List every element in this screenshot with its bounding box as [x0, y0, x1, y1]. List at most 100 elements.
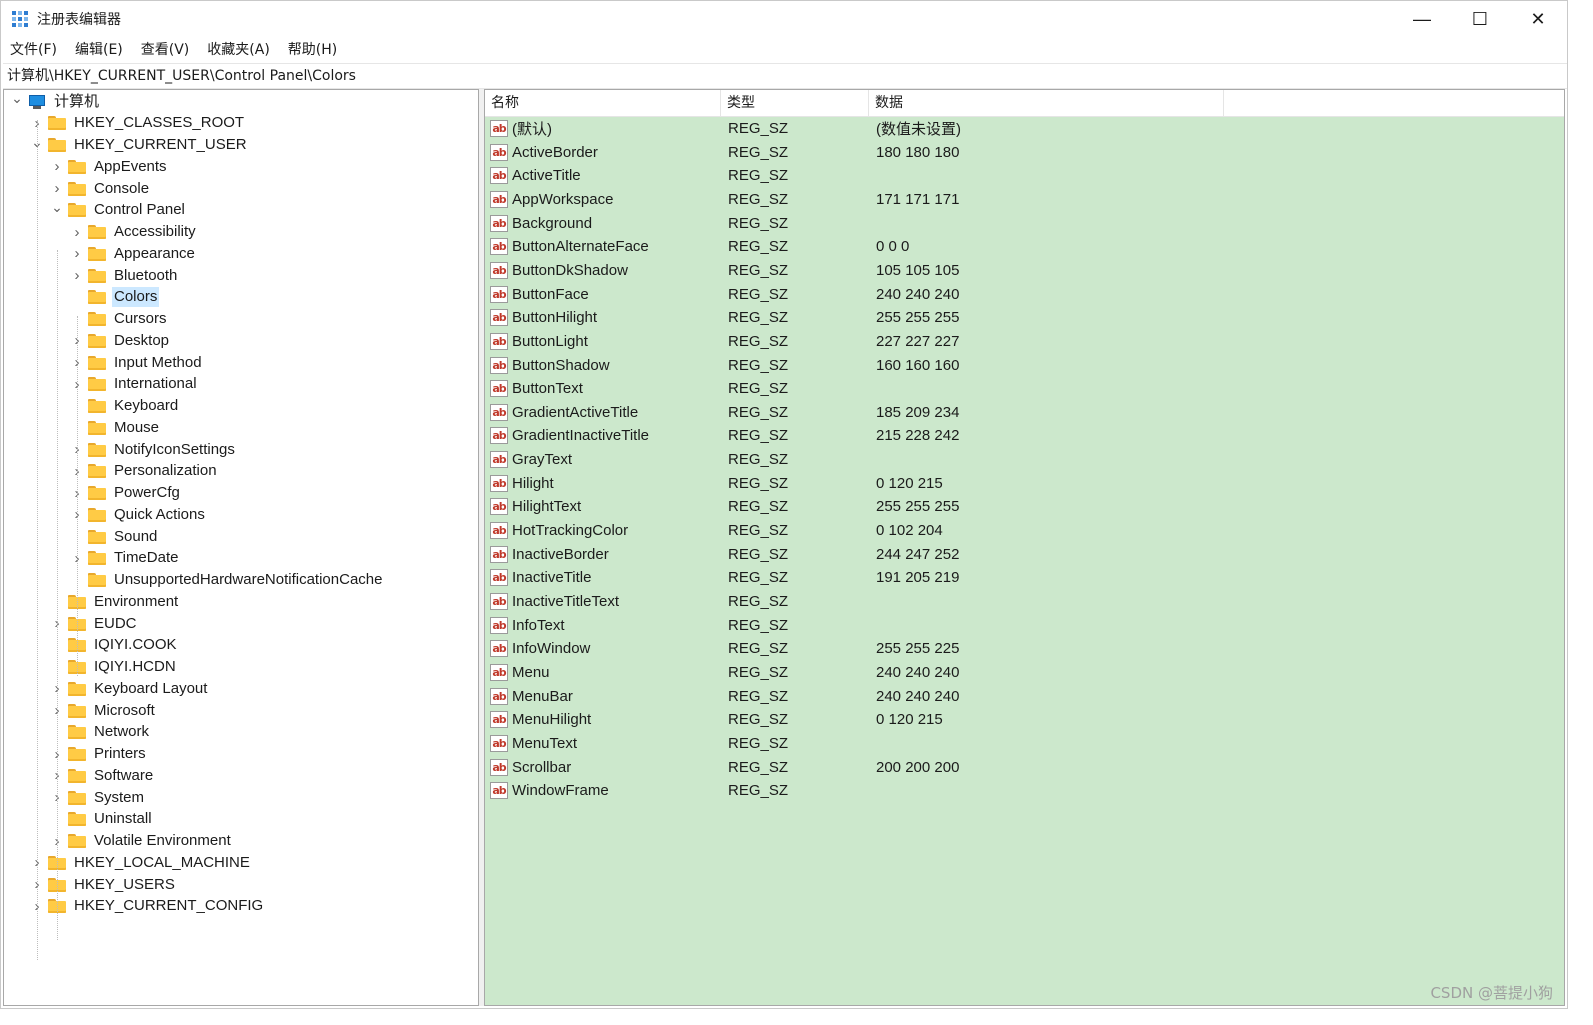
tree-item[interactable]: › HKEY_USERS: [30, 874, 177, 895]
tree-item[interactable]: Cursors: [70, 309, 169, 330]
folder-icon: [88, 225, 106, 239]
menu-favorites[interactable]: 收藏夹(A): [198, 38, 279, 62]
value-row[interactable]: ab (默认) REG_SZ (数值未设置): [485, 117, 1229, 140]
tree-item[interactable]: › Microsoft: [50, 700, 157, 721]
value-row[interactable]: ab Hilight REG_SZ 0 120 215: [485, 472, 1229, 495]
values-list-pane[interactable]: 名称 类型 数据 ab (默认) REG_SZ (数值未设置) ab ActiveBord…: [484, 89, 1565, 1006]
tree-item[interactable]: › Keyboard Layout: [50, 678, 209, 699]
tree-item[interactable]: › Volatile Environment: [50, 831, 233, 852]
tree-item[interactable]: › AppEvents: [50, 156, 169, 177]
title-bar[interactable]: 注册表编辑器 — ☐ ✕: [1, 1, 1567, 37]
address-bar[interactable]: 计算机\HKEY_CURRENT_USER\Control Panel\Colo…: [3, 63, 1567, 89]
value-row[interactable]: ab GradientInactiveTitle REG_SZ 215 228 242: [485, 424, 1229, 447]
tree-item[interactable]: › NotifyIconSettings: [70, 439, 237, 460]
value-row[interactable]: ab InfoText REG_SZ: [485, 614, 1229, 637]
value-row[interactable]: ab MenuHilight REG_SZ 0 120 215: [485, 708, 1229, 731]
minimize-button[interactable]: —: [1393, 1, 1451, 37]
tree-item[interactable]: › TimeDate: [70, 548, 180, 569]
chevron-right-icon[interactable]: ›: [50, 180, 64, 197]
value-row[interactable]: ab HotTrackingColor REG_SZ 0 102 204: [485, 519, 1229, 542]
value-row[interactable]: ab Background REG_SZ: [485, 212, 1229, 235]
value-row[interactable]: ab ButtonHilight REG_SZ 255 255 255: [485, 306, 1229, 329]
tree-item[interactable]: Mouse: [70, 417, 161, 438]
value-row[interactable]: ab Menu REG_SZ 240 240 240: [485, 661, 1229, 684]
chevron-down-icon[interactable]: ⌄: [10, 90, 24, 106]
value-row[interactable]: ab WindowFrame REG_SZ: [485, 779, 1229, 802]
value-row[interactable]: ab InactiveTitle REG_SZ 191 205 219: [485, 566, 1229, 589]
value-row[interactable]: ab ButtonShadow REG_SZ 160 160 160: [485, 354, 1229, 377]
key-tree-pane[interactable]: ⌄ 计算机 › HKEY_CLASSES_ROOT ⌄ HKEY_CURRENT_USER…: [3, 89, 479, 1006]
menu-view[interactable]: 查看(V): [132, 38, 199, 62]
value-row[interactable]: ab InactiveTitleText REG_SZ: [485, 590, 1229, 613]
chevron-down-icon[interactable]: ⌄: [50, 199, 64, 215]
tree-item[interactable]: ⌄ HKEY_CURRENT_USER: [30, 134, 249, 156]
value-row[interactable]: ab GradientActiveTitle REG_SZ 185 209 234: [485, 401, 1229, 424]
tree-item[interactable]: ⌄ Control Panel: [50, 199, 187, 221]
tree-item[interactable]: › International: [70, 374, 199, 395]
tree-item[interactable]: › Console: [50, 178, 151, 199]
tree-item[interactable]: › EUDC: [50, 613, 139, 634]
tree-item[interactable]: Uninstall: [50, 809, 154, 830]
value-row[interactable]: ab ActiveTitle REG_SZ: [485, 164, 1229, 187]
value-row[interactable]: ab InfoWindow REG_SZ 255 255 225: [485, 637, 1229, 660]
value-name: GrayText: [512, 451, 573, 469]
tree-item-label: Personalization: [114, 462, 217, 480]
folder-icon: [68, 725, 86, 740]
tree-item[interactable]: › HKEY_CLASSES_ROOT: [30, 113, 246, 134]
folder-icon: [68, 790, 86, 805]
tree-item[interactable]: › Software: [50, 765, 155, 786]
value-row[interactable]: ab MenuBar REG_SZ 240 240 240: [485, 685, 1229, 708]
value-type: REG_SZ: [728, 190, 789, 208]
value-row[interactable]: ab Scrollbar REG_SZ 200 200 200: [485, 756, 1229, 779]
value-row[interactable]: ab InactiveBorder REG_SZ 244 247 252: [485, 543, 1229, 566]
chevron-right-icon[interactable]: ›: [70, 224, 84, 241]
tree-item[interactable]: › Accessibility: [70, 222, 198, 243]
value-row[interactable]: ab ButtonLight REG_SZ 227 227 227: [485, 330, 1229, 353]
chevron-right-icon[interactable]: ›: [70, 267, 84, 284]
tree-item[interactable]: › System: [50, 787, 146, 808]
tree-item[interactable]: › Quick Actions: [70, 504, 207, 525]
menu-help[interactable]: 帮助(H): [279, 38, 346, 62]
column-header-data[interactable]: 数据: [869, 90, 1224, 116]
tree-item[interactable]: Keyboard: [70, 396, 180, 417]
tree-item[interactable]: › Bluetooth: [70, 265, 179, 286]
value-row[interactable]: ab AppWorkspace REG_SZ 171 171 171: [485, 188, 1229, 211]
value-row[interactable]: ab ButtonFace REG_SZ 240 240 240: [485, 283, 1229, 306]
value-row[interactable]: ab MenuText REG_SZ: [485, 732, 1229, 755]
chevron-right-icon[interactable]: ›: [50, 158, 64, 175]
tree-item[interactable]: UnsupportedHardwareNotificationCache: [70, 570, 384, 591]
tree-item[interactable]: › Printers: [50, 744, 148, 765]
menu-file[interactable]: 文件(F): [1, 38, 66, 62]
tree-item[interactable]: › HKEY_LOCAL_MACHINE: [30, 852, 252, 873]
string-value-icon: ab: [490, 214, 508, 232]
column-header-name[interactable]: 名称: [485, 90, 721, 116]
value-row[interactable]: ab GrayText REG_SZ: [485, 448, 1229, 471]
column-header-type[interactable]: 类型: [721, 90, 869, 116]
tree-item[interactable]: › Appearance: [70, 243, 197, 264]
value-data: 171 171 171: [876, 190, 960, 208]
menu-edit[interactable]: 编辑(E): [66, 38, 132, 62]
tree-item[interactable]: Environment: [50, 591, 180, 612]
tree-item[interactable]: Colors: [70, 287, 160, 308]
value-row[interactable]: ab ButtonAlternateFace REG_SZ 0 0 0: [485, 235, 1229, 258]
maximize-button[interactable]: ☐: [1451, 1, 1509, 37]
value-row[interactable]: ab ButtonDkShadow REG_SZ 105 105 105: [485, 259, 1229, 282]
folder-icon: [88, 420, 106, 435]
tree-item[interactable]: IQIYI.COOK: [50, 635, 179, 656]
tree-item-label: Printers: [94, 745, 146, 762]
tree-item[interactable]: › Desktop: [70, 330, 171, 351]
value-row[interactable]: ab HilightText REG_SZ 255 255 255: [485, 495, 1229, 518]
tree-item[interactable]: › PowerCfg: [70, 483, 182, 504]
tree-item[interactable]: IQIYI.HCDN: [50, 657, 178, 678]
tree-item[interactable]: Sound: [70, 526, 159, 547]
value-row[interactable]: ab ButtonText REG_SZ: [485, 377, 1229, 400]
tree-item-label: System: [94, 788, 145, 806]
tree-item[interactable]: › Personalization: [70, 461, 219, 482]
tree-item[interactable]: Network: [50, 722, 151, 743]
tree-item[interactable]: › HKEY_CURRENT_CONFIG: [30, 896, 265, 917]
tree-item[interactable]: ⌄ 计算机: [10, 90, 101, 112]
value-row[interactable]: ab ActiveBorder REG_SZ 180 180 180: [485, 141, 1229, 164]
chevron-right-icon[interactable]: ›: [70, 245, 84, 262]
tree-item[interactable]: › Input Method: [70, 352, 204, 373]
close-button[interactable]: ✕: [1509, 1, 1567, 37]
